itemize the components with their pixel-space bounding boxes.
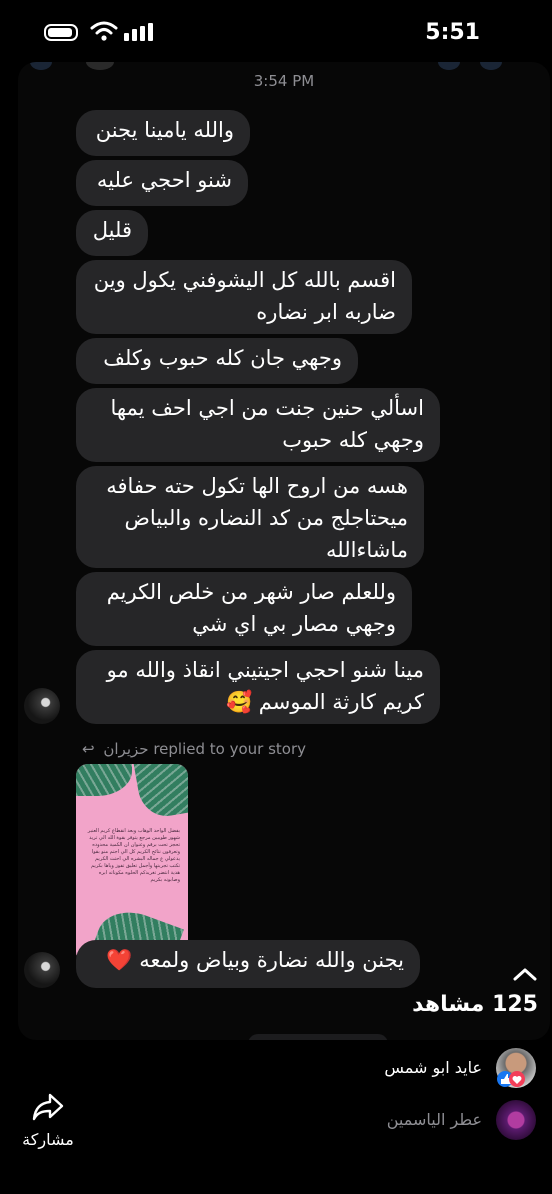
share-label: مشاركة xyxy=(22,1130,74,1149)
viewer-avatar xyxy=(496,1100,536,1140)
message-line: وجهي جان كله حبوب وكلف xyxy=(103,346,342,370)
header-icon xyxy=(438,62,460,70)
message-line: شنو احجي عليه xyxy=(96,168,232,192)
message-bubble[interactable]: اسألي حنين جنت من اجي احف يمها وجهي كله … xyxy=(76,388,440,462)
message-bubble[interactable]: اقسم بالله كل اليشوفني يكول وين ضاربه اب… xyxy=(76,260,412,334)
story-viewers-footer: عايد ابو شمس عطر الياسمين مشاركة xyxy=(0,1040,552,1194)
message-line: والله يامينا يجنن xyxy=(95,118,234,142)
message-line: اقسم بالله كل اليشوفني يكول وين xyxy=(93,268,396,292)
message-bubble[interactable]: مينا شنو احجي اجيتيني انقاذ والله مو كري… xyxy=(76,650,440,724)
message-line: يجنن والله نضارة وبياض ولمعه ❤️ xyxy=(106,948,404,972)
like-heart-badge-icon xyxy=(497,1071,525,1087)
message-bubble[interactable]: والله يامينا يجنن xyxy=(76,110,250,156)
leaf-decoration xyxy=(76,764,132,796)
viewer-name: عايد ابو شمس xyxy=(384,1058,482,1077)
leaf-decoration xyxy=(133,764,188,821)
message-line: قليل xyxy=(92,218,132,242)
viewer-row[interactable]: عايد ابو شمس xyxy=(276,1048,536,1092)
viewer-row[interactable]: عطر الياسمين xyxy=(276,1100,536,1144)
message-line: وجهي كله حبوب xyxy=(282,428,424,452)
sender-avatar xyxy=(24,952,60,988)
reply-arrow-icon: ↩ xyxy=(82,740,95,758)
message-line: وللعلم صار شهر من خلص الكريم xyxy=(106,580,396,604)
battery-icon xyxy=(44,24,78,41)
message-bubble[interactable]: وللعلم صار شهر من خلص الكريم وجهي مصار ب… xyxy=(76,572,412,646)
story-text: بفضل الواحد الوهاب وبعد انقطاع كريم العن… xyxy=(87,828,180,883)
signal-icon xyxy=(124,23,153,41)
message-line: اسألي حنين جنت من اجي احف يمها xyxy=(110,396,424,420)
message-bubble[interactable]: شنو احجي عليه xyxy=(76,160,248,206)
wifi-icon xyxy=(90,21,118,41)
message-line: كريم كارثة الموسم 🥰 xyxy=(225,690,424,714)
message-line: مينا شنو احجي اجيتيني انقاذ والله مو xyxy=(106,658,424,682)
views-count[interactable]: 125 مشاهد xyxy=(412,992,538,1017)
reply-sender-name: حزيران xyxy=(103,740,149,758)
viewer-name: عطر الياسمين xyxy=(386,1110,482,1129)
story-reply-label: ↩ حزيران replied to your story xyxy=(82,740,306,758)
message-line: ميحتاجلج من كد النضاره والبياض xyxy=(124,506,408,530)
message-line: هسه من اروح الها تكول حته حفافه xyxy=(106,474,408,498)
chat-screenshot: 3:54 PM والله يامينا يجنن شنو احجي عليه … xyxy=(18,62,550,1040)
message-line: ضاربه ابر نضاره xyxy=(256,300,396,324)
message-bubble[interactable]: قليل xyxy=(76,210,148,256)
header-icon xyxy=(30,62,52,70)
chevron-up-icon[interactable] xyxy=(512,966,538,982)
header-icon xyxy=(480,62,502,70)
status-bar: 5:51 xyxy=(0,0,552,62)
message-bubble[interactable]: يجنن والله نضارة وبياض ولمعه ❤️ xyxy=(76,940,420,988)
sender-avatar xyxy=(24,688,60,724)
header-avatar xyxy=(86,62,114,70)
share-button[interactable]: مشاركة xyxy=(18,1092,78,1149)
share-icon xyxy=(32,1093,64,1121)
reply-description: replied to your story xyxy=(153,740,307,758)
story-thumbnail[interactable]: بفضل الواحد الوهاب وبعد انقطاع كريم العن… xyxy=(76,764,188,964)
message-timestamp: 3:54 PM xyxy=(253,72,315,90)
clock: 5:51 xyxy=(425,20,480,45)
message-bubble[interactable]: وجهي جان كله حبوب وكلف xyxy=(76,338,358,384)
message-bubble[interactable]: هسه من اروح الها تكول حته حفافه ميحتاجلج… xyxy=(76,466,424,568)
message-line: ماشاءالله xyxy=(326,538,408,562)
message-line: وجهي مصار بي اي شي xyxy=(192,612,396,636)
